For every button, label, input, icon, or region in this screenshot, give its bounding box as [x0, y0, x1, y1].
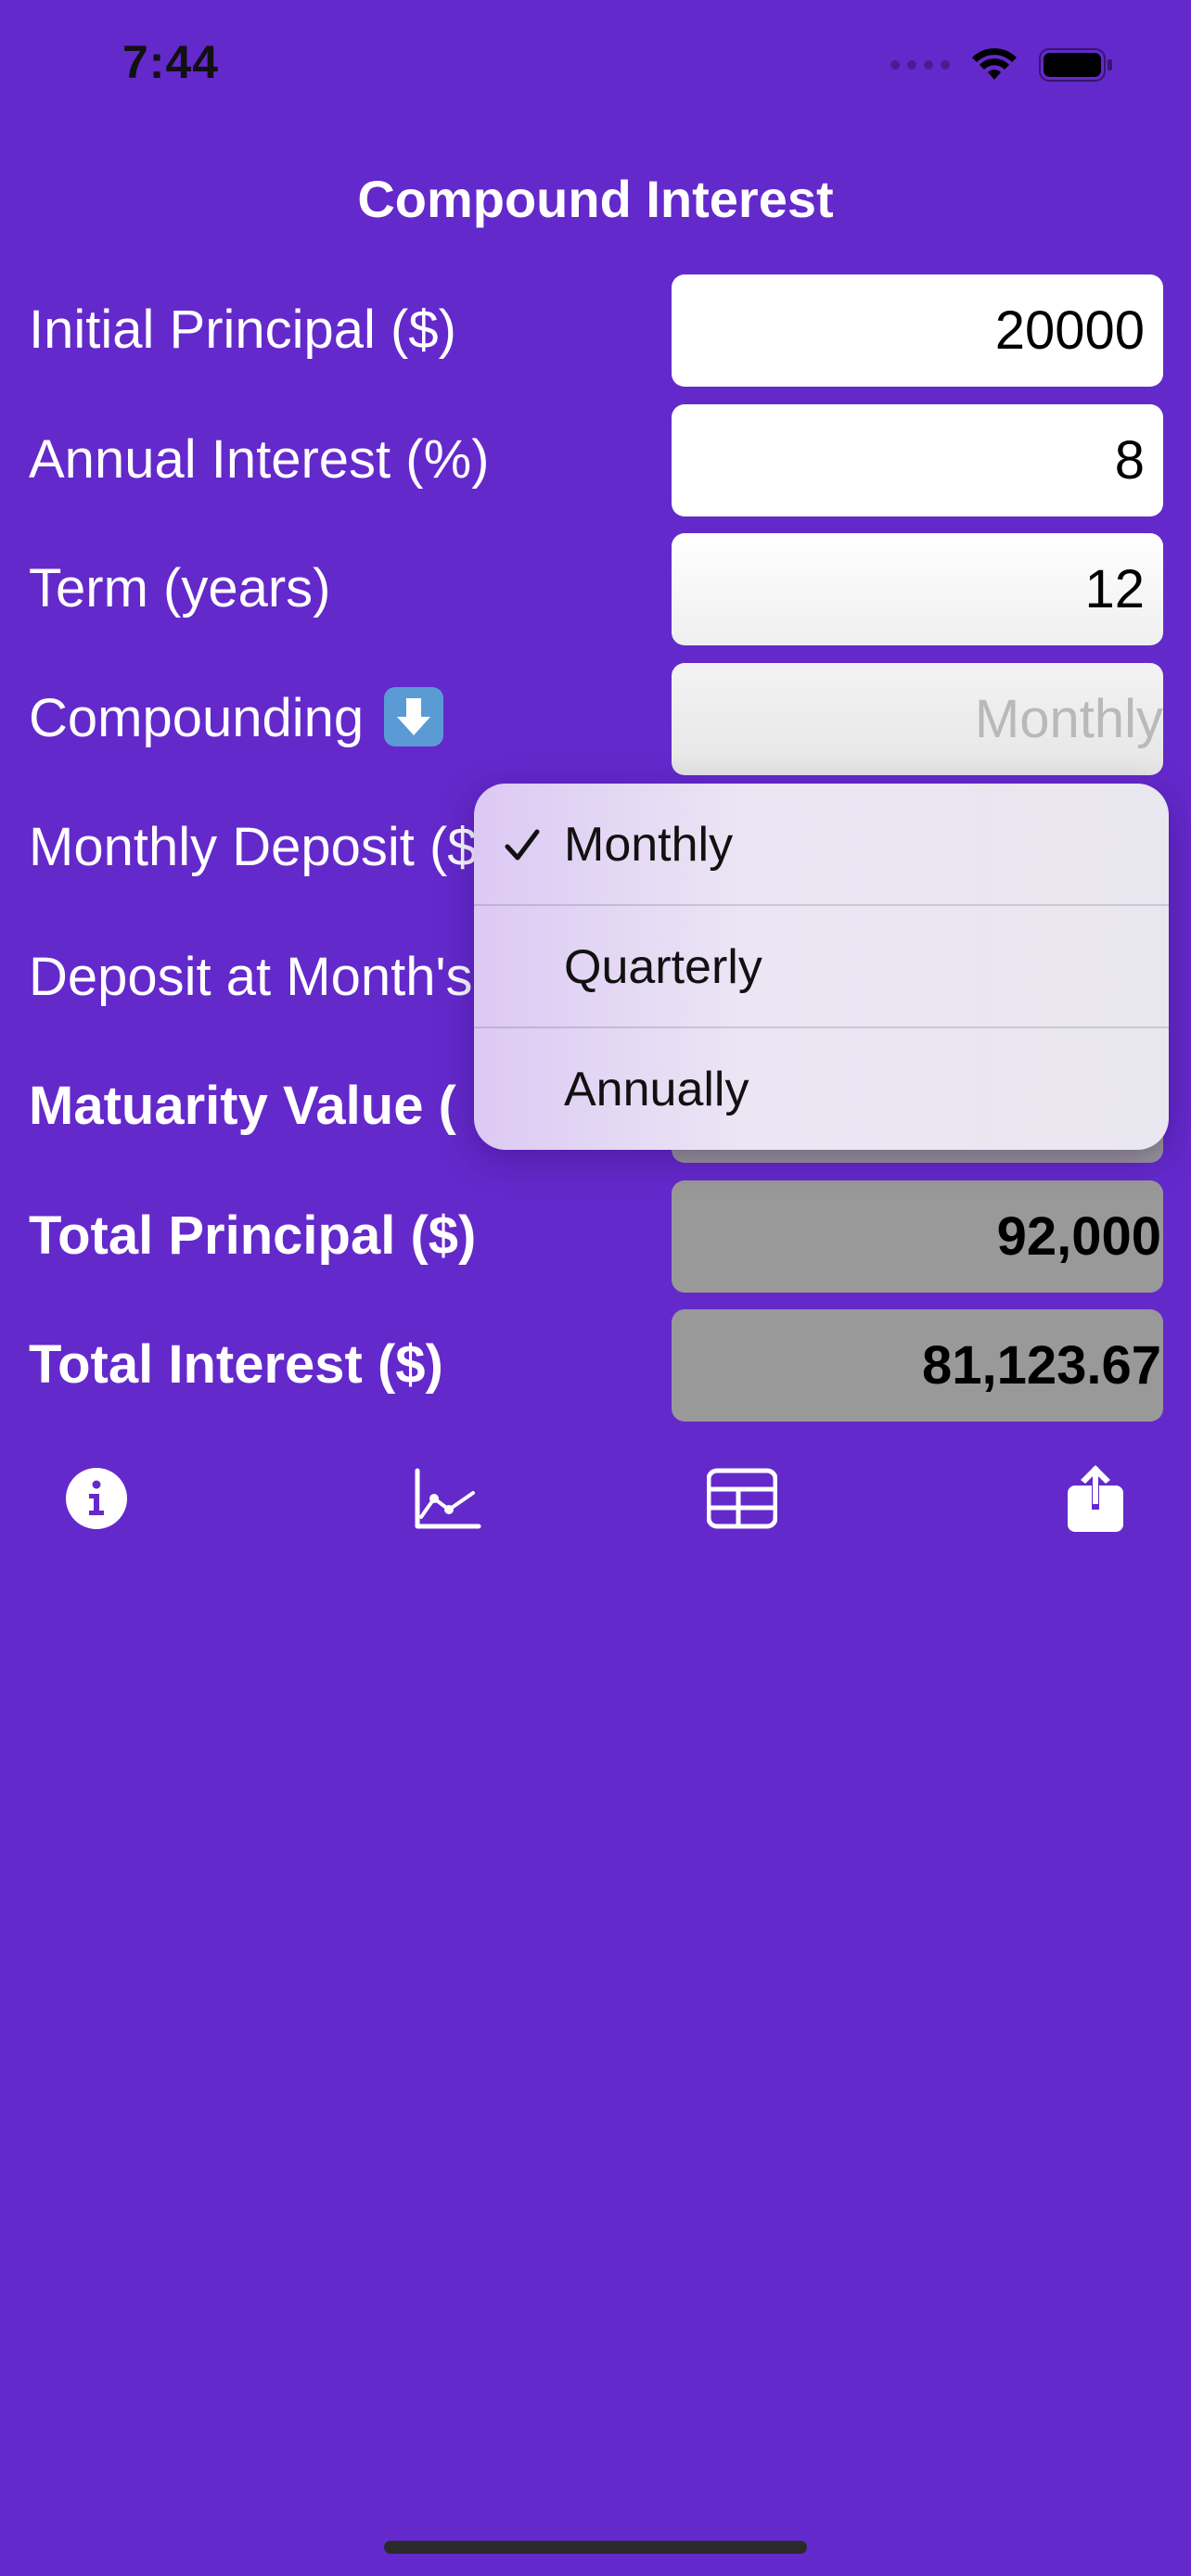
page-title: Compound Interest [357, 170, 834, 228]
term-years-label: Term (years) [29, 558, 331, 618]
menu-item-quarterly[interactable]: Quarterly [474, 906, 1169, 1028]
total-interest-label: Total Interest ($) [29, 1334, 443, 1395]
menu-item-annually[interactable]: Annually [474, 1028, 1169, 1150]
compounding-picker[interactable]: Monthly [672, 663, 1163, 775]
annual-interest-label: Annual Interest (%) [29, 429, 490, 490]
share-icon[interactable] [1060, 1463, 1131, 1534]
info-icon[interactable] [61, 1463, 132, 1534]
compounding-dropdown-menu: Monthly Quarterly Annually [474, 784, 1169, 1150]
wifi-icon [972, 48, 1017, 80]
total-principal-field: 92,000 [672, 1180, 1163, 1293]
initial-principal-label: Initial Principal ($) [29, 300, 456, 360]
term-years-field[interactable]: 12 [672, 533, 1163, 645]
annual-interest-field[interactable]: 8 [672, 404, 1163, 516]
deposit-timing-label: Deposit at Month's [29, 947, 473, 1007]
maturity-value-label: Matuarity Value ( [29, 1076, 456, 1136]
down-arrow-icon [384, 686, 444, 746]
total-principal-label: Total Principal ($) [29, 1205, 477, 1266]
compounding-label-text: Compounding [29, 688, 365, 748]
status-time: 7:44 [122, 36, 220, 88]
checkmark-icon [505, 829, 540, 861]
battery-icon [1039, 48, 1112, 82]
menu-item-label: Quarterly [564, 940, 762, 994]
status-icons [890, 46, 1113, 83]
menu-item-label: Monthly [564, 818, 734, 872]
total-interest-field: 81,123.67 [672, 1309, 1163, 1422]
table-icon[interactable] [707, 1463, 777, 1534]
line-chart-icon[interactable] [412, 1463, 482, 1534]
menu-item-monthly[interactable]: Monthly [474, 784, 1169, 906]
cellular-signal-icon [890, 60, 950, 70]
compounding-label: Compounding [29, 686, 444, 752]
menu-item-label: Annually [564, 1063, 749, 1116]
monthly-deposit-label: Monthly Deposit ($ [29, 817, 478, 877]
home-indicator [384, 2541, 807, 2554]
initial-principal-field[interactable]: 20000 [672, 274, 1163, 387]
